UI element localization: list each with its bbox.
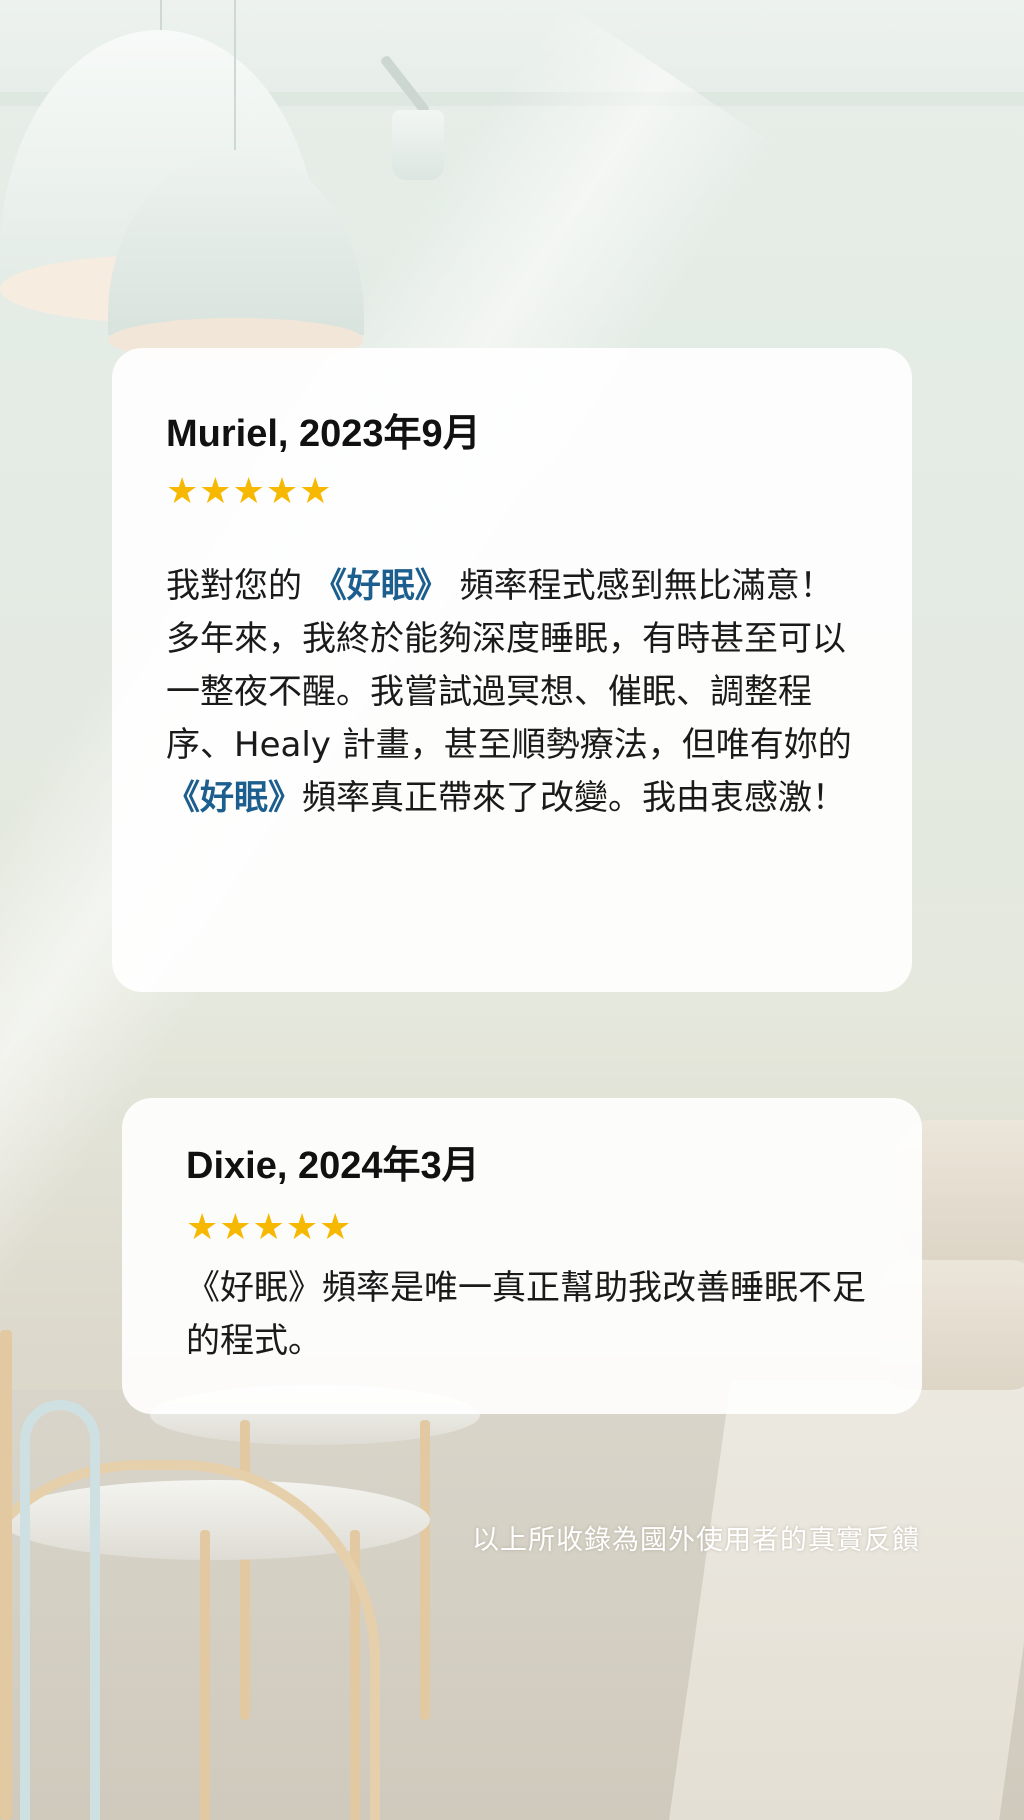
product-name-highlight: 《好眠》: [166, 777, 302, 818]
floor: [0, 1390, 1024, 1820]
disclaimer-caption: 以上所收錄為國外使用者的真實反饋: [472, 1525, 920, 1556]
ceiling-beam: [0, 92, 1024, 106]
chair-back: [0, 1460, 380, 1820]
review-text: 我對您的 《好眠》 頻率程式感到無比滿意！多年來，我終於能夠深度睡眠，有時甚至可…: [166, 560, 858, 825]
pendant-lamp-rim: [0, 255, 318, 323]
floor-rug: [669, 1380, 1024, 1820]
review-text-segment: 頻率真正帶來了改變。我由衷感激！: [302, 777, 846, 818]
product-name-highlight: 《好眠》: [312, 565, 449, 606]
spotlight-arm: [379, 54, 431, 116]
star-rating: ★★★★★: [186, 1206, 353, 1248]
review-text: 《好眠》頻率是唯一真正幫助我改善睡眠不足的程式。: [186, 1267, 866, 1361]
review-card: Muriel, 2023年9月 ★★★★★ 我對您的 《好眠》 頻率程式感到無比…: [112, 348, 912, 992]
ceiling: [0, 0, 1024, 110]
table-leg-2: [420, 1420, 430, 1720]
table-leg-4: [350, 1530, 360, 1820]
reviewer-name: Dixie, 2024年3月: [186, 1145, 480, 1187]
review-card: Dixie, 2024年3月 ★★★★★ 《好眠》頻率是唯一真正幫助我改善睡眠不…: [122, 1098, 922, 1414]
lamp-cord-2: [234, 0, 236, 150]
pendant-lamp-shade-2: [108, 150, 364, 335]
chair-leg: [0, 1330, 12, 1820]
spotlight: [392, 110, 444, 180]
lamp-cord: [160, 0, 162, 40]
table-leg: [240, 1420, 250, 1720]
testimonial-page: Muriel, 2023年9月 ★★★★★ 我對您的 《好眠》 頻率程式感到無比…: [0, 0, 1024, 1820]
review-text-segment: 我對您的: [166, 565, 313, 606]
table-leg-3: [200, 1530, 210, 1820]
reviewer-name: Muriel, 2023年9月: [166, 413, 481, 455]
blue-chair-back: [20, 1400, 100, 1820]
star-rating: ★★★★★: [166, 470, 333, 512]
pendant-lamp-shade: [0, 30, 318, 280]
